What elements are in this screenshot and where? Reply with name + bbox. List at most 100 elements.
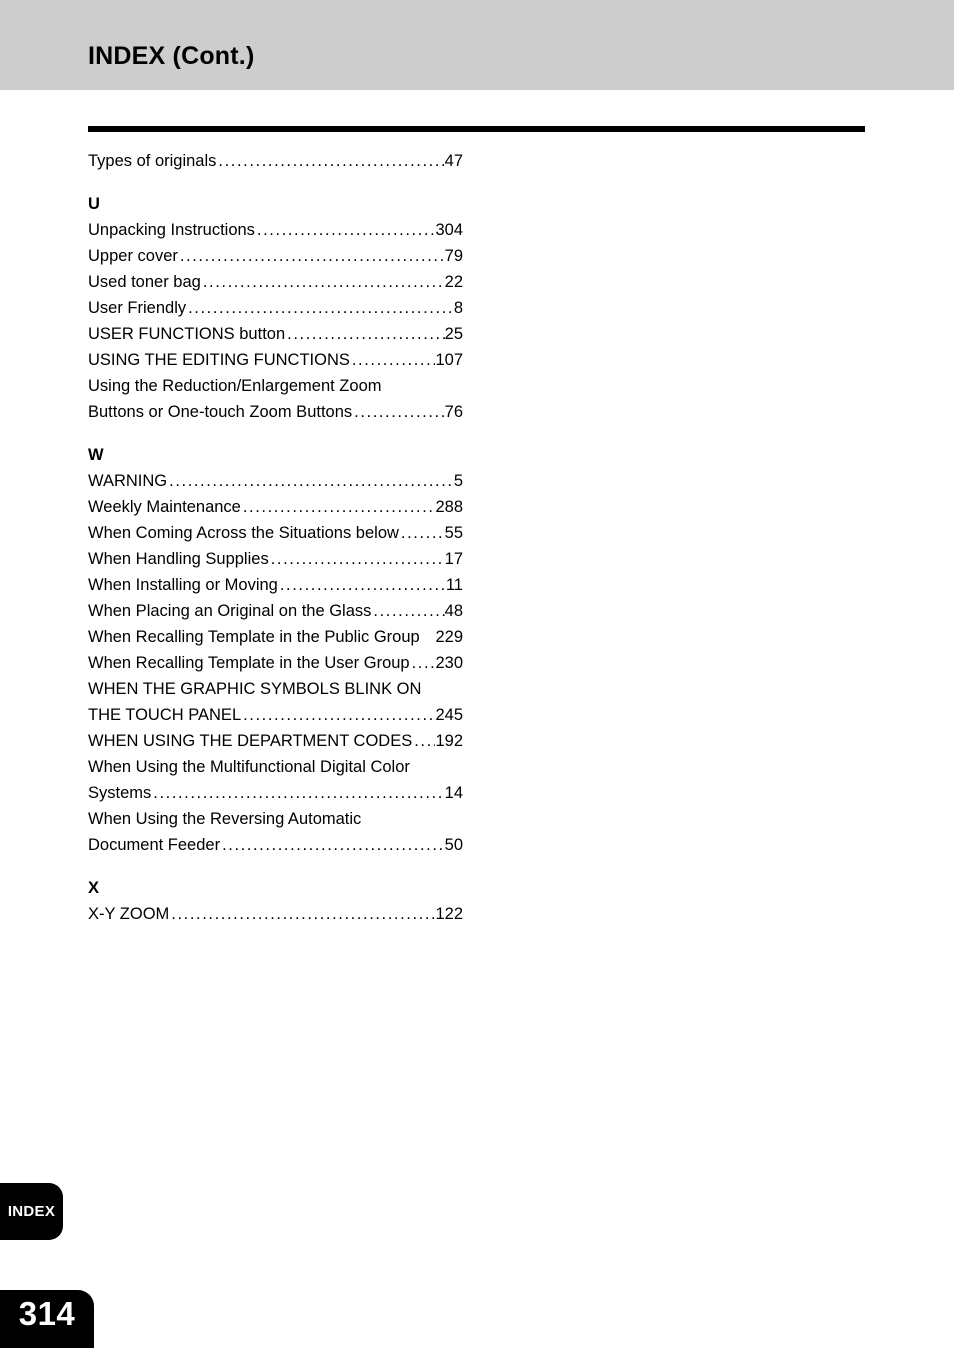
page-title: INDEX (Cont.) xyxy=(88,42,255,70)
index-entry-list: Types of originals......................… xyxy=(88,148,463,927)
index-entry-leader-dots: ........................................… xyxy=(243,706,435,724)
index-entry-page-number: 17 xyxy=(444,550,463,568)
index-letter-heading: X xyxy=(88,879,100,897)
index-entry-leader-dots: ........................................… xyxy=(218,152,445,170)
index-entry-page-number: 229 xyxy=(435,628,463,646)
index-entry-continuation: Using the Reduction/Enlargement Zoom xyxy=(88,373,463,399)
index-entry-label: When Placing an Original on the Glass xyxy=(88,602,372,620)
index-entry-label: Upper cover xyxy=(88,247,178,265)
index-entry-label: When Using the Reversing Automatic xyxy=(88,810,362,828)
index-section-tab-label: INDEX xyxy=(7,1203,56,1220)
index-entry-page-number: 304 xyxy=(435,221,463,239)
index-entry[interactable]: Document Feeder.........................… xyxy=(88,832,463,858)
index-entry-leader-dots: ........................................… xyxy=(373,602,444,620)
index-entry[interactable]: WHEN USING THE DEPARTMENT CODES.........… xyxy=(88,728,463,754)
index-entry-page-number: 122 xyxy=(435,905,463,923)
index-entry-page-number: 76 xyxy=(444,403,463,421)
index-entry[interactable]: Used toner bag..........................… xyxy=(88,269,463,295)
index-entry-leader-dots: ........................................… xyxy=(279,576,446,594)
index-entry-page-number: 107 xyxy=(435,351,463,369)
index-entry-label: WHEN THE GRAPHIC SYMBOLS BLINK ON xyxy=(88,680,422,698)
index-entry-page-number: 230 xyxy=(435,654,463,672)
index-entry[interactable]: User Friendly...........................… xyxy=(88,295,463,321)
index-entry[interactable]: Systems.................................… xyxy=(88,780,463,806)
index-entry-leader-dots: ........................................… xyxy=(188,299,454,317)
index-entry[interactable]: WARNING.................................… xyxy=(88,468,463,494)
index-entry-leader-dots: ........................................… xyxy=(222,836,445,854)
index-entry-leader-dots: ........................................… xyxy=(414,732,435,750)
index-entry-label: Types of originals xyxy=(88,152,217,170)
index-entry-leader-dots: ........................................… xyxy=(400,524,445,542)
index-entry[interactable]: When Handling Supplies..................… xyxy=(88,546,463,572)
index-entry[interactable]: USING THE EDITING FUNCTIONS.............… xyxy=(88,347,463,373)
index-section-tab[interactable]: INDEX xyxy=(0,1183,63,1240)
index-entry-label: Document Feeder xyxy=(88,836,221,854)
index-entry-label: X-Y ZOOM xyxy=(88,905,170,923)
index-entry-page-number: 47 xyxy=(444,152,463,170)
index-entry-label: USING THE EDITING FUNCTIONS xyxy=(88,351,350,369)
index-entry[interactable]: When Recalling Template in the User Grou… xyxy=(88,650,463,676)
index-entry-label: When Recalling Template in the Public Gr… xyxy=(88,628,420,646)
page-header-band: INDEX (Cont.) xyxy=(0,0,954,90)
index-entry-label: Using the Reduction/Enlargement Zoom xyxy=(88,377,382,395)
index-entry-continuation: WHEN THE GRAPHIC SYMBOLS BLINK ON xyxy=(88,676,463,702)
index-entry-page-number: 50 xyxy=(444,836,463,854)
index-entry-label: Weekly Maintenance xyxy=(88,498,241,516)
index-entry[interactable]: X-Y ZOOM................................… xyxy=(88,901,463,927)
index-entry[interactable]: Upper cover.............................… xyxy=(88,243,463,269)
index-entry-leader-dots: ........................................… xyxy=(256,221,436,239)
index-entry-label: Buttons or One-touch Zoom Buttons xyxy=(88,403,353,421)
index-entry-continuation: When Using the Multifunctional Digital C… xyxy=(88,754,463,780)
index-entry[interactable]: When Placing an Original on the Glass...… xyxy=(88,598,463,624)
index-entry-page-number: 11 xyxy=(445,576,463,594)
page-number-label: 314 xyxy=(18,1295,76,1332)
index-entry[interactable]: Unpacking Instructions..................… xyxy=(88,217,463,243)
index-entry-leader-dots: ........................................… xyxy=(171,905,435,923)
index-entry-label: When Coming Across the Situations below xyxy=(88,524,399,542)
index-entry-page-number: 8 xyxy=(453,299,463,317)
index-entry-label: User Friendly xyxy=(88,299,187,317)
header-divider-rule xyxy=(88,126,865,132)
index-entry-page-number: 14 xyxy=(444,784,463,802)
index-entry-page-number: 245 xyxy=(435,706,463,724)
index-entry[interactable]: When Recalling Template in the Public Gr… xyxy=(88,624,463,650)
index-entry-label: When Installing or Moving xyxy=(88,576,278,594)
index-entry[interactable]: Types of originals......................… xyxy=(88,148,463,174)
index-entry-leader-dots: ........................................… xyxy=(153,784,444,802)
index-entry-label: THE TOUCH PANEL xyxy=(88,706,242,724)
index-entry-leader-dots: ........................................… xyxy=(270,550,445,568)
index-entry-leader-dots: ........................................… xyxy=(351,351,436,369)
index-entry-leader-dots: ........................................… xyxy=(354,403,445,421)
index-entry-leader-dots: ........................................… xyxy=(287,325,445,343)
index-entry-leader-dots: ........................................… xyxy=(202,273,445,291)
index-entry-label: When Recalling Template in the User Grou… xyxy=(88,654,410,672)
index-entry[interactable]: When Installing or Moving...............… xyxy=(88,572,463,598)
index-entry-page-number: 192 xyxy=(435,732,463,750)
index-letter-heading: U xyxy=(88,195,100,213)
index-entry-label: WARNING xyxy=(88,472,168,490)
index-entry-page-number: 79 xyxy=(444,247,463,265)
index-entry-label: USER FUNCTIONS button xyxy=(88,325,286,343)
index-entry-leader-dots: ........................................… xyxy=(411,654,436,672)
index-entry-continuation: When Using the Reversing Automatic xyxy=(88,806,463,832)
index-entry-page-number: 5 xyxy=(453,472,463,490)
index-entry-page-number: 25 xyxy=(444,325,463,343)
index-entry[interactable]: USER FUNCTIONS button...................… xyxy=(88,321,463,347)
index-entry-leader-dots: ........................................… xyxy=(179,247,445,265)
index-entry-label: Unpacking Instructions xyxy=(88,221,255,239)
index-entry[interactable]: When Coming Across the Situations below.… xyxy=(88,520,463,546)
index-entry-label: When Using the Multifunctional Digital C… xyxy=(88,758,410,776)
index-entry[interactable]: THE TOUCH PANEL.........................… xyxy=(88,702,463,728)
index-entry-leader-dots: ........................................… xyxy=(169,472,454,490)
index-entry-leader-dots: ........................................… xyxy=(242,498,436,516)
index-entry-page-number: 48 xyxy=(444,602,463,620)
index-entry-label: Used toner bag xyxy=(88,273,201,291)
index-letter-heading: W xyxy=(88,446,104,464)
page-number-block: 314 xyxy=(0,1290,94,1348)
index-entry-page-number: 288 xyxy=(435,498,463,516)
index-entry-label: WHEN USING THE DEPARTMENT CODES xyxy=(88,732,413,750)
index-entry-label: Systems xyxy=(88,784,152,802)
index-entry[interactable]: Buttons or One-touch Zoom Buttons.......… xyxy=(88,399,463,425)
index-entry[interactable]: Weekly Maintenance......................… xyxy=(88,494,463,520)
index-entry-page-number: 55 xyxy=(444,524,463,542)
